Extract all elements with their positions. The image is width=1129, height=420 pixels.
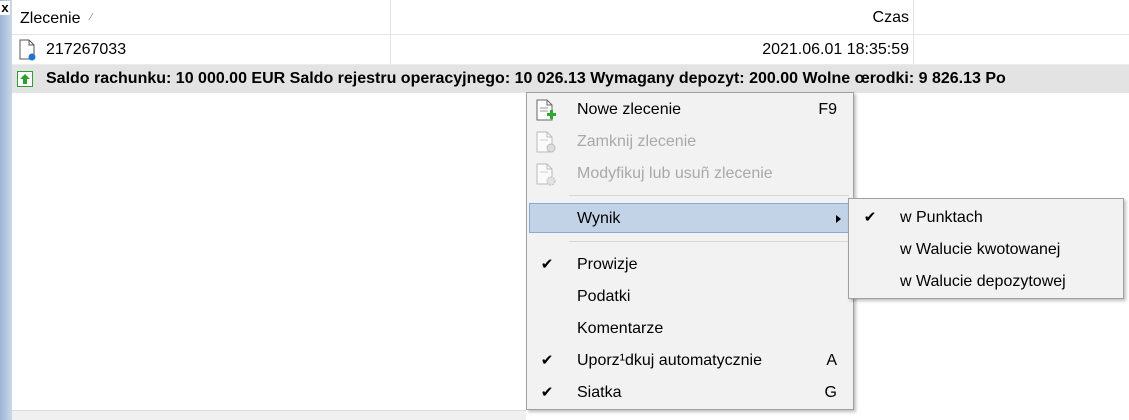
menu-item-modify-order[interactable]: Modyfikuj lub usuñ zlecenie (529, 159, 851, 189)
menu-item-label: Modyfikuj lub usuñ zlecenie (577, 165, 773, 182)
menu-item-taxes[interactable]: Podatki (529, 282, 851, 312)
table-header: Zlecenie ⁄ Czas (12, 0, 1129, 35)
close-order-icon (536, 131, 556, 153)
submenu-item-label: w Walucie kwotowanej (900, 241, 1061, 258)
menu-item-label: Uporz¹dkuj automatycznie (577, 352, 762, 369)
menu-item-commissions[interactable]: ✔ Prowizje (529, 250, 851, 280)
sort-indicator-icon: ⁄ (90, 12, 93, 23)
submenu-item-points[interactable]: ✔ w Punktach (851, 202, 1121, 233)
checkmark-icon: ✔ (863, 209, 877, 226)
account-summary-text: Saldo rachunku: 10 000.00 EUR Saldo reje… (46, 70, 1006, 87)
menu-separator (569, 195, 849, 196)
modify-order-icon (536, 163, 556, 186)
order-cell: 217267033 (12, 35, 391, 64)
close-icon[interactable]: x (0, 1, 10, 15)
table-row[interactable]: 217267033 2021.06.01 18:35:59 (12, 35, 1129, 65)
new-order-icon (536, 99, 556, 121)
menu-item-shortcut: A (826, 352, 837, 369)
checkmark-icon: ✔ (540, 256, 554, 273)
green-up-arrow-icon (17, 71, 33, 87)
submenu-item-quote-currency[interactable]: w Walucie kwotowanej (851, 234, 1121, 265)
left-window-edge (0, 0, 12, 420)
menu-item-label: Siatka (577, 384, 622, 401)
menu-item-label: Nowe zlecenie (577, 101, 682, 118)
submenu-item-deposit-currency[interactable]: w Walucie depozytowej (851, 266, 1121, 297)
menu-item-label: Komentarze (577, 320, 664, 337)
menu-item-auto-arrange[interactable]: ✔ Uporz¹dkuj automatycznie A (529, 346, 851, 376)
menu-item-new-order[interactable]: Nowe zlecenie F9 (529, 95, 851, 125)
menu-item-label: Wynik (577, 210, 621, 227)
checkmark-icon: ✔ (540, 384, 554, 401)
order-number: 217267033 (46, 41, 127, 58)
column-header-time[interactable]: Czas (391, 0, 914, 34)
submenu-arrow-icon (836, 215, 841, 223)
menu-item-close-order[interactable]: Zamknij zlecenie (529, 127, 851, 157)
column-header-time-label: Czas (872, 9, 909, 26)
menu-item-grid[interactable]: ✔ Siatka G (529, 378, 851, 408)
account-summary-row: Saldo rachunku: 10 000.00 EUR Saldo reje… (12, 65, 1129, 93)
context-menu: Nowe zlecenie F9 Zamknij zlecenie Modyfi… (526, 92, 854, 410)
menu-separator (569, 241, 849, 242)
menu-item-result[interactable]: Wynik (529, 203, 851, 233)
order-document-icon (19, 39, 36, 61)
menu-item-label: Prowizje (577, 256, 638, 273)
column-header-order-label: Zlecenie (20, 10, 81, 27)
menu-item-shortcut: F9 (818, 101, 837, 118)
menu-item-comments[interactable]: Komentarze (529, 314, 851, 344)
result-submenu: ✔ w Punktach w Walucie kwotowanej w Walu… (848, 198, 1124, 299)
column-header-order[interactable]: Zlecenie ⁄ (12, 0, 391, 34)
submenu-item-label: w Punktach (900, 209, 983, 226)
menu-item-label: Podatki (577, 288, 631, 305)
menu-item-label: Zamknij zlecenie (577, 133, 697, 150)
menu-item-shortcut: G (824, 384, 837, 401)
order-time: 2021.06.01 18:35:59 (391, 35, 914, 64)
checkmark-icon: ✔ (540, 352, 554, 369)
submenu-item-label: w Walucie depozytowej (900, 273, 1066, 290)
bottom-scroll-area (12, 410, 526, 420)
